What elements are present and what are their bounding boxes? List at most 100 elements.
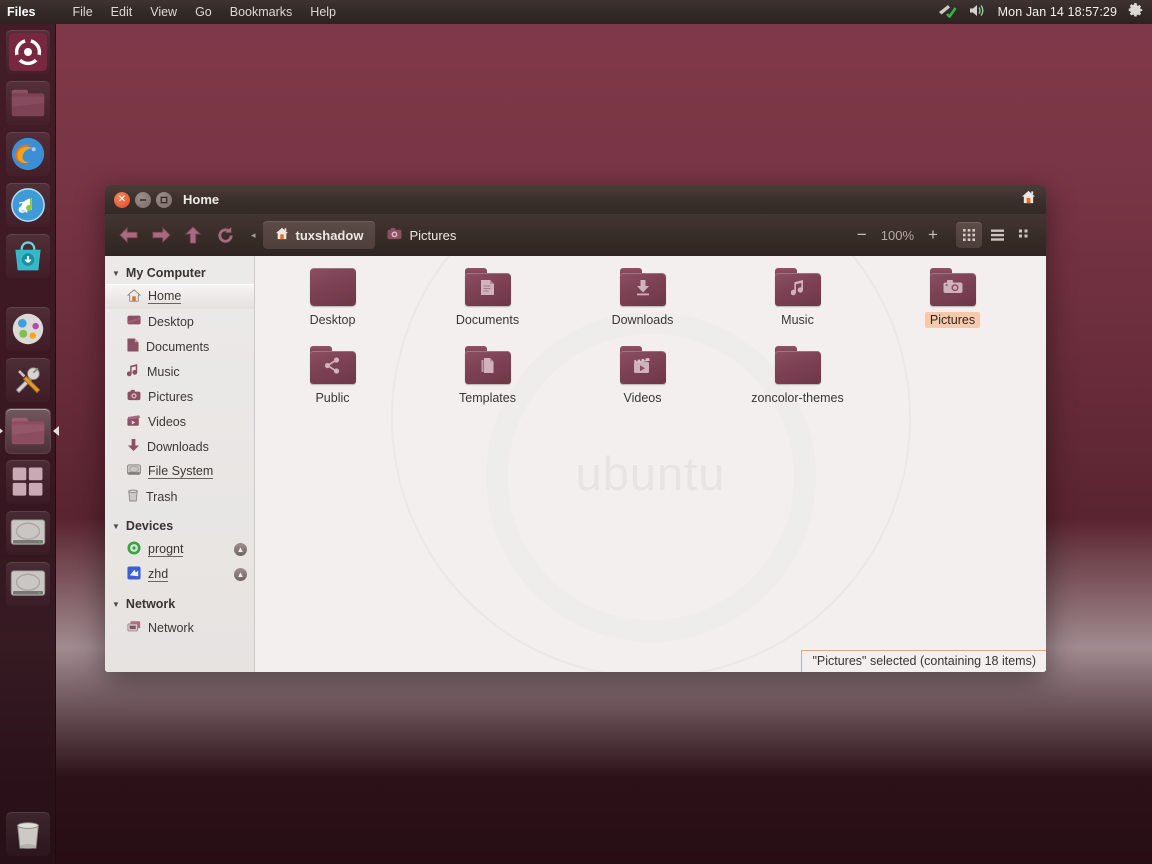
desktop-folder-icon: [309, 268, 356, 306]
file-item-desktop[interactable]: Desktop: [255, 262, 410, 340]
gear-icon[interactable]: [1128, 2, 1145, 22]
sidebar-section-my-computer[interactable]: ▼ My Computer: [105, 262, 254, 284]
launcher-firefox[interactable]: [6, 132, 50, 176]
file-item-zoncolor-themes[interactable]: zoncolor-themes: [720, 340, 875, 418]
file-item-label: Music: [781, 313, 814, 327]
chevron-down-icon[interactable]: ▼: [112, 522, 120, 531]
launcher-rhythmbox[interactable]: a: [6, 183, 50, 227]
reload-button[interactable]: [209, 220, 241, 250]
sidebar-item-trash[interactable]: Trash: [105, 484, 254, 509]
sidebar-item-pictures[interactable]: Pictures: [105, 384, 254, 409]
breadcrumb-pictures[interactable]: Pictures: [375, 221, 468, 249]
sidebar-item-network[interactable]: Network: [105, 615, 254, 640]
window-toolbar: ◂ tuxshadow Pictures − 100% +: [105, 214, 1046, 256]
file-item-documents[interactable]: Documents: [410, 262, 565, 340]
unity-launcher: a: [0, 24, 59, 864]
file-item-templates[interactable]: Templates: [410, 340, 565, 418]
sidebar-item-desktop[interactable]: Desktop: [105, 309, 254, 334]
launcher-trash[interactable]: [6, 812, 50, 856]
file-item-downloads[interactable]: Downloads: [565, 262, 720, 340]
sidebar-item-home[interactable]: Home: [105, 284, 254, 309]
sidebar-item-label: Network: [148, 620, 194, 635]
menu-go[interactable]: Go: [186, 5, 221, 19]
sidebar-item-downloads[interactable]: Downloads: [105, 434, 254, 459]
sidebar-item-label: Desktop: [148, 314, 194, 329]
breadcrumb-overflow-icon[interactable]: ◂: [251, 230, 256, 241]
sidebar-item-documents[interactable]: Documents: [105, 334, 254, 359]
sidebar-item-music[interactable]: Music: [105, 359, 254, 384]
icon-view-button[interactable]: [956, 222, 982, 248]
downloads-folder-icon: [619, 268, 666, 306]
maximize-button[interactable]: [156, 191, 172, 208]
sidebar-item-label: Trash: [146, 489, 178, 504]
sidebar-item-label: Videos: [148, 414, 186, 429]
close-button[interactable]: ✕: [114, 191, 130, 208]
launcher-workspace-switcher[interactable]: [6, 460, 50, 504]
minimize-button[interactable]: [135, 191, 151, 208]
zoom-out-button[interactable]: −: [853, 225, 871, 244]
sidebar-section-devices[interactable]: ▼ Devices: [105, 515, 254, 537]
panel-app-name[interactable]: Files: [7, 5, 36, 19]
music-folder-icon: [774, 268, 821, 306]
sidebar-item-zhd[interactable]: zhd ▲: [105, 562, 254, 587]
file-item-label: Documents: [455, 313, 520, 327]
top-panel: Files File Edit View Go Bookmarks Help M…: [0, 0, 1152, 24]
launcher-system-settings[interactable]: [6, 307, 50, 351]
panel-indicators: Mon Jan 14 18:57:29: [938, 2, 1152, 22]
volume-icon[interactable]: [968, 3, 987, 21]
sidebar-item-label: prognt: [148, 542, 184, 557]
breadcrumb-tuxshadow[interactable]: tuxshadow: [262, 221, 376, 249]
harddisk-icon: [127, 464, 141, 479]
sidebar-item-label: Downloads: [147, 439, 209, 454]
window-titlebar[interactable]: ✕ Home: [105, 185, 1046, 214]
compact-view-button[interactable]: [1012, 222, 1038, 248]
menu-help[interactable]: Help: [301, 5, 345, 19]
menu-file[interactable]: File: [64, 5, 102, 19]
menu-bookmarks[interactable]: Bookmarks: [221, 5, 302, 19]
file-item-public[interactable]: Public: [255, 340, 410, 418]
window-title: Home: [183, 192, 220, 207]
launcher-files[interactable]: [6, 81, 50, 125]
zoom-level: 100%: [880, 227, 914, 243]
sidebar-item-file-system[interactable]: File System: [105, 459, 254, 484]
sidebar-section-label: My Computer: [125, 266, 206, 280]
network-icon[interactable]: [938, 3, 957, 21]
list-view-button[interactable]: [984, 222, 1010, 248]
clock[interactable]: Mon Jan 14 18:57:29: [998, 5, 1117, 19]
sidebar-section-label: Network: [125, 597, 176, 611]
file-item-videos[interactable]: Videos: [565, 340, 720, 418]
eject-button[interactable]: ▲: [234, 543, 247, 556]
chevron-down-icon[interactable]: ▼: [112, 269, 120, 278]
window-body: ▼ My Computer Home Desktop Documents Mus…: [105, 256, 1046, 672]
music-icon: [126, 363, 140, 380]
launcher-disk-zhd[interactable]: [6, 562, 50, 606]
home-icon: [1021, 190, 1036, 209]
files-folder-icon: [11, 89, 45, 117]
chevron-down-icon[interactable]: ▼: [112, 600, 120, 609]
templates-folder-icon: [464, 346, 511, 384]
launcher-disk-prognt[interactable]: [6, 511, 50, 555]
file-item-music[interactable]: Music: [720, 262, 875, 340]
documents-folder-icon: [464, 268, 511, 306]
file-item-label: Videos: [623, 391, 662, 405]
home-icon: [126, 288, 142, 305]
file-item-pictures[interactable]: Pictures: [875, 262, 1030, 340]
launcher-ubuntu-dash[interactable]: [6, 30, 50, 74]
eject-button[interactable]: ▲: [234, 568, 247, 581]
sidebar-item-prognt[interactable]: prognt ▲: [105, 537, 254, 562]
up-button[interactable]: [177, 220, 209, 250]
sidebar-section-network[interactable]: ▼ Network: [105, 593, 254, 615]
launcher-tools[interactable]: [6, 358, 50, 402]
forward-button[interactable]: [145, 220, 177, 250]
menu-edit[interactable]: Edit: [102, 5, 142, 19]
menu-view[interactable]: View: [141, 5, 186, 19]
view-mode-buttons: [956, 222, 1038, 248]
sidebar-item-videos[interactable]: Videos: [105, 409, 254, 434]
file-list-area[interactable]: ubuntu Desktop Documents Downloads Music…: [255, 256, 1046, 672]
status-bar: "Pictures" selected (containing 18 items…: [801, 650, 1046, 672]
launcher-files-active[interactable]: [0, 409, 59, 453]
launcher-software-center[interactable]: [6, 234, 50, 278]
zoom-in-button[interactable]: +: [924, 225, 942, 244]
disk-prognt-icon: [10, 519, 46, 545]
back-button[interactable]: [113, 220, 145, 250]
